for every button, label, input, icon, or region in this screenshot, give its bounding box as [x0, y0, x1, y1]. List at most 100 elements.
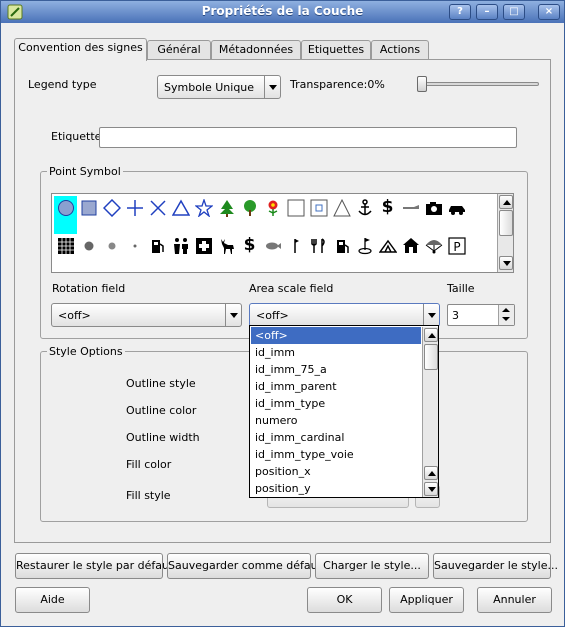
- knife-icon[interactable]: [399, 196, 422, 219]
- deer-icon[interactable]: [215, 234, 238, 257]
- flower-icon[interactable]: [261, 196, 284, 219]
- tab-metadonnees[interactable]: Métadonnées: [211, 40, 301, 60]
- close-button[interactable]: ×: [538, 4, 560, 20]
- rotation-field-combo[interactable]: <off>: [51, 303, 242, 327]
- outline-style-label: Outline style: [126, 377, 196, 390]
- rotation-field-label: Rotation field: [52, 282, 126, 295]
- fill-style-label: Fill style: [126, 489, 171, 502]
- deciduous-tree-icon[interactable]: [238, 196, 261, 219]
- circle-symbol[interactable]: [54, 196, 77, 234]
- point-symbol-title: Point Symbol: [49, 165, 121, 178]
- tab-actions[interactable]: Actions: [371, 40, 429, 60]
- dropdown-scrollbar[interactable]: [422, 327, 438, 497]
- dropdown-option[interactable]: id_imm_type: [251, 395, 421, 412]
- dropdown-option[interactable]: id_imm: [251, 344, 421, 361]
- dropdown-option[interactable]: numero: [251, 412, 421, 429]
- small-square-symbol[interactable]: [307, 196, 330, 219]
- empty-square-symbol[interactable]: [284, 196, 307, 219]
- restore-default-style-button[interactable]: Restaurer le style par défaut: [15, 553, 173, 579]
- load-style-button[interactable]: Charger le style...: [315, 553, 429, 579]
- camera-icon[interactable]: [422, 196, 445, 219]
- dropdown-option[interactable]: id_imm_parent: [251, 378, 421, 395]
- save-as-default-button[interactable]: Sauvegarder comme défaut: [167, 553, 322, 579]
- chevron-down-icon: [423, 304, 439, 326]
- apply-button[interactable]: Appliquer: [389, 587, 464, 613]
- house-icon[interactable]: [399, 234, 422, 257]
- gas-station-icon[interactable]: [330, 234, 353, 257]
- dollar-icon[interactable]: $: [376, 196, 399, 219]
- chevron-down-icon: [264, 76, 280, 98]
- scroll-down-icon[interactable]: [499, 256, 513, 270]
- dropdown-option[interactable]: position_x: [251, 463, 421, 480]
- parachute-icon[interactable]: [422, 234, 445, 257]
- star-symbol[interactable]: [192, 196, 215, 219]
- taille-spinbox[interactable]: 3: [447, 304, 515, 326]
- car-icon[interactable]: [445, 196, 468, 219]
- layer-properties-dialog: Propriétés de la Couche ? – □ × Conventi…: [0, 0, 565, 627]
- taille-value: 3: [452, 309, 459, 322]
- triangle-symbol[interactable]: [169, 196, 192, 219]
- area-scale-dropdown-list[interactable]: <off> id_imm id_imm_75_a id_imm_parent i…: [249, 325, 439, 498]
- scroll-up-icon[interactable]: [424, 466, 438, 480]
- dropdown-option[interactable]: id_imm_75_a: [251, 361, 421, 378]
- transparency-slider-track[interactable]: [417, 82, 539, 86]
- help-title-button[interactable]: ?: [449, 4, 471, 20]
- golf-flag-icon[interactable]: [284, 234, 307, 257]
- fish-icon[interactable]: [261, 234, 284, 257]
- transparency-label: Transparence:0%: [290, 78, 385, 91]
- fill-color-label: Fill color: [126, 458, 172, 471]
- dropdown-option[interactable]: id_imm_cardinal: [251, 429, 421, 446]
- outline-color-label: Outline color: [126, 404, 197, 417]
- dropdown-option[interactable]: id_imm_type_voie: [251, 446, 421, 463]
- spin-arrows-icon[interactable]: [498, 305, 514, 325]
- maximize-button[interactable]: □: [503, 4, 525, 20]
- anchor-icon[interactable]: [353, 196, 376, 219]
- medium-dot-symbol[interactable]: [100, 234, 123, 257]
- first-aid-icon[interactable]: [192, 234, 215, 257]
- dollar-bold-icon[interactable]: $: [238, 234, 261, 257]
- scroll-down-icon[interactable]: [424, 482, 438, 496]
- area-scale-field-value: <off>: [256, 309, 289, 322]
- parking-icon[interactable]: P: [445, 234, 468, 257]
- outline-width-label: Outline width: [126, 431, 200, 444]
- golf-course-icon[interactable]: [353, 234, 376, 257]
- fuel-pump-icon[interactable]: [146, 234, 169, 257]
- tent-icon[interactable]: [376, 234, 399, 257]
- square-symbol[interactable]: [77, 196, 100, 219]
- transparency-slider-handle[interactable]: [417, 76, 427, 92]
- scroll-up-icon[interactable]: [499, 195, 513, 209]
- conifer-tree-icon[interactable]: [215, 196, 238, 219]
- tab-etiquettes[interactable]: Etiquettes: [301, 40, 371, 60]
- etiquette-input[interactable]: [99, 127, 517, 148]
- tab-convention-des-signes[interactable]: Convention des signes: [14, 38, 147, 61]
- area-scale-field-label: Area scale field: [249, 282, 334, 295]
- diamond-symbol[interactable]: [100, 196, 123, 219]
- tab-general[interactable]: Général: [147, 40, 211, 60]
- scroll-thumb[interactable]: [499, 210, 513, 236]
- cancel-button[interactable]: Annuler: [477, 587, 552, 613]
- dropdown-option[interactable]: position_y: [251, 480, 421, 497]
- area-scale-field-combo[interactable]: <off>: [249, 303, 440, 327]
- legend-type-combo[interactable]: Symbole Unique: [157, 75, 281, 99]
- grid-icon[interactable]: [54, 234, 77, 257]
- symbol-grid[interactable]: $ $ P: [51, 193, 514, 273]
- scroll-up-icon[interactable]: [424, 328, 438, 342]
- cross-symbol[interactable]: [123, 196, 146, 219]
- toilets-icon[interactable]: [169, 234, 192, 257]
- dropdown-option[interactable]: <off>: [251, 327, 421, 344]
- outline-triangle-symbol[interactable]: [330, 196, 353, 219]
- restaurant-icon[interactable]: [307, 234, 330, 257]
- minimize-button[interactable]: –: [476, 4, 498, 20]
- symbol-grid-scrollbar[interactable]: [497, 194, 513, 272]
- taille-label: Taille: [447, 282, 475, 295]
- large-dot-symbol[interactable]: [77, 234, 100, 257]
- small-dot-symbol[interactable]: [123, 234, 146, 257]
- scroll-thumb[interactable]: [424, 344, 438, 370]
- etiquette-label: Etiquette: [51, 130, 102, 143]
- help-button[interactable]: Aide: [15, 587, 90, 613]
- x-symbol[interactable]: [146, 196, 169, 219]
- ok-button[interactable]: OK: [307, 587, 382, 613]
- save-style-button[interactable]: Sauvegarder le style...: [433, 553, 558, 579]
- titlebar: Propriétés de la Couche ? – □ ×: [1, 1, 564, 23]
- legend-type-value: Symbole Unique: [164, 81, 255, 94]
